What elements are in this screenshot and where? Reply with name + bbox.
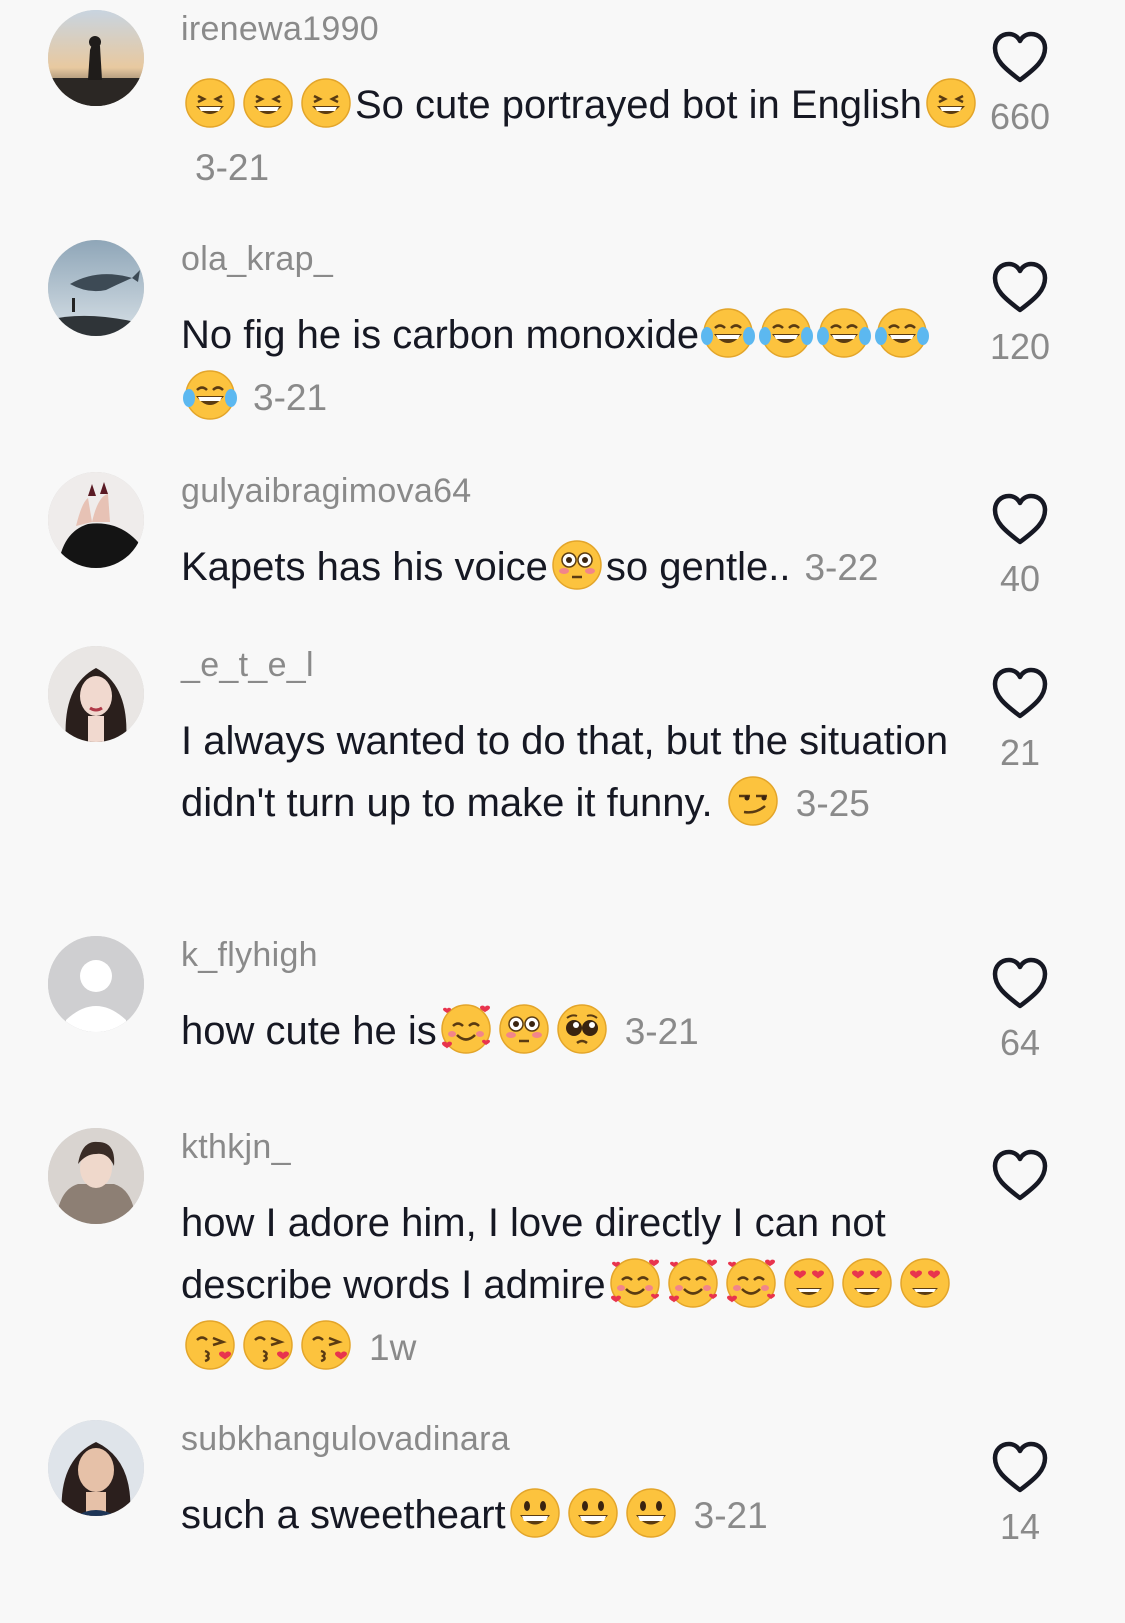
like-count: 120 <box>989 326 1051 367</box>
avatar[interactable] <box>48 646 144 742</box>
comment-date: 3-21 <box>693 1495 768 1536</box>
tears-of-joy-emoji <box>701 306 756 360</box>
grinning-face-emoji <box>508 1486 562 1540</box>
flushed-face-emoji <box>550 538 604 592</box>
heart-icon[interactable] <box>990 30 1050 86</box>
comment-text-segment: So cute portrayed bot in English <box>355 83 923 127</box>
avatar[interactable] <box>48 936 144 1032</box>
comment-date: 3-21 <box>253 377 328 418</box>
face-blowing-kiss-emoji <box>241 1318 295 1372</box>
smiling-face-with-hearts-emoji <box>439 1002 493 1056</box>
comment-text: I always wanted to do that, but the situ… <box>181 710 981 835</box>
like-count: 21 <box>999 732 1041 773</box>
comment-text-segment: so gentle.. <box>605 545 791 589</box>
grinning-face-emoji <box>624 1486 678 1540</box>
like-button[interactable]: 64 <box>983 956 1057 1064</box>
avatar[interactable] <box>48 10 144 106</box>
heart-eyes-emoji <box>898 1256 952 1310</box>
avatar[interactable] <box>48 1128 144 1224</box>
comment-date: 3-21 <box>195 147 270 188</box>
heart-icon[interactable] <box>990 1440 1050 1496</box>
like-count: 64 <box>999 1022 1041 1063</box>
smiling-face-with-hearts-emoji <box>724 1256 778 1310</box>
like-button[interactable] <box>983 1148 1057 1214</box>
heart-eyes-emoji <box>840 1256 894 1310</box>
flushed-face-emoji <box>497 1002 551 1056</box>
grinning-squinting-face-emoji <box>299 76 353 130</box>
heart-icon[interactable] <box>990 956 1050 1012</box>
comment-list: irenewa1990 So cute portrayed bot in Engl… <box>0 0 1125 1623</box>
comment-text: Kapets has his voice so gentle.. 3-22 <box>181 536 981 599</box>
comment-text: how cute he is 3-21 <box>181 1000 981 1063</box>
heart-icon[interactable] <box>990 666 1050 722</box>
grinning-face-emoji <box>566 1486 620 1540</box>
like-count: 660 <box>989 96 1051 137</box>
comment-text-segment: Kapets has his voice <box>181 545 548 589</box>
avatar[interactable] <box>48 240 144 336</box>
heart-icon[interactable] <box>990 492 1050 548</box>
grinning-squinting-face-emoji <box>183 76 237 130</box>
username[interactable]: k_flyhigh <box>181 936 318 975</box>
grinning-squinting-face-emoji <box>924 76 978 130</box>
pleading-face-emoji <box>555 1002 609 1056</box>
username[interactable]: ola_krap_ <box>181 240 333 279</box>
comment-date: 1w <box>369 1327 417 1368</box>
username[interactable]: gulyaibragimova64 <box>181 472 472 511</box>
like-button[interactable]: 40 <box>983 492 1057 600</box>
comment-date: 3-21 <box>624 1011 699 1052</box>
smiling-face-with-hearts-emoji <box>608 1256 662 1310</box>
like-count: 40 <box>999 558 1041 599</box>
heart-icon[interactable] <box>990 1148 1050 1204</box>
comment-text-segment: how I adore him, I love directly I can n… <box>181 1201 886 1307</box>
comment-text: So cute portrayed bot in English 3-21 <box>181 74 981 199</box>
tears-of-joy-emoji <box>817 306 872 360</box>
comment-text: how I adore him, I love directly I can n… <box>181 1192 981 1379</box>
heart-eyes-emoji <box>782 1256 836 1310</box>
like-count: 14 <box>999 1506 1041 1547</box>
face-blowing-kiss-emoji <box>183 1318 237 1372</box>
comment-text-segment: such a sweetheart <box>181 1493 506 1537</box>
username[interactable]: subkhangulovadinara <box>181 1420 510 1459</box>
comment-text-segment: how cute he is <box>181 1009 437 1053</box>
heart-icon[interactable] <box>990 260 1050 316</box>
comment-text-segment: No fig he is carbon monoxide <box>181 313 700 357</box>
comment-date: 3-22 <box>804 547 879 588</box>
comment-text: No fig he is carbon monoxide 3-21 <box>181 304 981 429</box>
smiling-face-with-hearts-emoji <box>666 1256 720 1310</box>
like-button[interactable]: 660 <box>983 30 1057 138</box>
username[interactable]: kthkjn_ <box>181 1128 291 1167</box>
like-button[interactable]: 14 <box>983 1440 1057 1548</box>
comment-text: such a sweetheart 3-21 <box>181 1484 981 1547</box>
like-button[interactable]: 21 <box>983 666 1057 774</box>
username[interactable]: _e_t_e_l <box>181 646 314 685</box>
avatar[interactable] <box>48 1420 144 1516</box>
smirking-face-emoji <box>726 774 780 828</box>
face-blowing-kiss-emoji <box>299 1318 353 1372</box>
tears-of-joy-emoji <box>183 368 237 422</box>
comment-date: 3-25 <box>795 783 870 824</box>
grinning-squinting-face-emoji <box>241 76 295 130</box>
avatar[interactable] <box>48 472 144 568</box>
username[interactable]: irenewa1990 <box>181 10 379 49</box>
tears-of-joy-emoji <box>875 306 930 360</box>
like-button[interactable]: 120 <box>983 260 1057 368</box>
tears-of-joy-emoji <box>759 306 814 360</box>
